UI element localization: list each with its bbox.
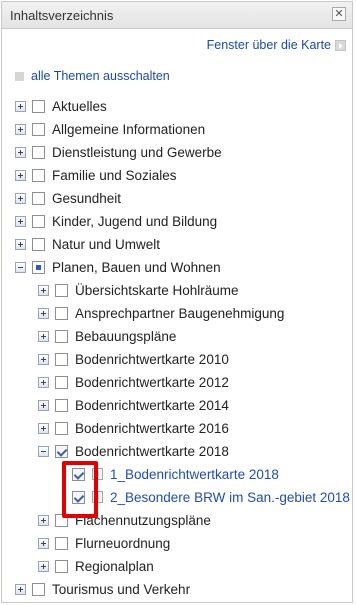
theme-checkbox[interactable] [55, 536, 68, 550]
tree-item-brw-2018[interactable]: Bodenrichtwertkarte 2018 [38, 441, 229, 461]
theme-checkbox[interactable] [55, 421, 68, 435]
tree-item-label: Allgemeine Informationen [52, 121, 206, 137]
arrow-right-icon[interactable] [335, 39, 346, 51]
tree-item-label: Ansprechpartner Baugenehmigung [75, 305, 285, 321]
panel-title: Inhaltsverzeichnis [10, 8, 114, 23]
tree-item-label: Übersichtskarte Hohlräume [75, 282, 239, 298]
tree-item-label: Familie und Soziales [52, 167, 177, 183]
theme-checkbox[interactable] [55, 329, 68, 343]
tree-item-label: Planen, Bauen und Wohnen [52, 259, 221, 275]
tree-item-label: Bodenrichtwertkarte 2012 [75, 374, 229, 390]
theme-checkbox[interactable] [32, 582, 45, 596]
tree-item-aktuelles[interactable]: Aktuelles [15, 96, 107, 116]
theme-checkbox[interactable] [32, 168, 45, 182]
expand-icon[interactable] [15, 192, 26, 204]
tree-item-brw-2010[interactable]: Bodenrichtwertkarte 2010 [38, 349, 229, 369]
tree-item-label: Bebauungspläne [75, 328, 177, 344]
tree-item-flurneuordnung[interactable]: Flurneuordnung [38, 533, 170, 553]
expand-icon[interactable] [15, 583, 26, 595]
expand-icon[interactable] [15, 169, 26, 181]
red-highlight-box [62, 461, 98, 518]
tree-item-label: Gesundheit [52, 190, 122, 206]
tree-item-label: Kinder, Jugend und Bildung [52, 213, 218, 229]
theme-checkbox[interactable] [32, 122, 45, 136]
tree-item-label: Regionalplan [75, 558, 154, 574]
layer-label[interactable]: 1_Bodenrichtwertkarte 2018 [110, 467, 279, 482]
tree-item-brw-2012[interactable]: Bodenrichtwertkarte 2012 [38, 372, 229, 392]
expand-icon[interactable] [15, 100, 26, 112]
expand-icon[interactable] [38, 399, 49, 411]
square-icon [15, 71, 24, 81]
tree-item-label: Flurneuordnung [75, 535, 171, 551]
theme-checkbox[interactable] [32, 145, 45, 159]
layer-item-brw-2018[interactable]: i 1_Bodenrichtwertkarte 2018 [72, 464, 279, 484]
expand-icon[interactable] [38, 514, 49, 526]
tree-item-label: Bodenrichtwertkarte 2016 [75, 420, 229, 436]
theme-checkbox[interactable] [55, 559, 68, 573]
tree-item-label: Bodenrichtwertkarte 2014 [75, 397, 229, 413]
tree-item-label: Bodenrichtwertkarte 2010 [75, 351, 229, 367]
theme-checkbox[interactable] [32, 214, 45, 228]
expand-icon[interactable] [38, 284, 49, 296]
expand-icon[interactable] [38, 353, 49, 365]
expand-icon[interactable] [38, 307, 49, 319]
tree-item-tourismus[interactable]: Tourismus und Verkehr [15, 579, 190, 599]
tree-item-label: Tourismus und Verkehr [52, 581, 191, 597]
tree-item-familie[interactable]: Familie und Soziales [15, 165, 177, 185]
expand-icon[interactable] [38, 376, 49, 388]
window-position-toggle[interactable]: Fenster über die Karte [207, 38, 346, 52]
expand-icon[interactable] [15, 238, 26, 250]
expand-icon[interactable] [38, 330, 49, 342]
tree-item-uebersichtskarte[interactable]: Übersichtskarte Hohlräume [38, 280, 239, 300]
tree-item-allgemeine-informationen[interactable]: Allgemeine Informationen [15, 119, 205, 139]
tree-item-ansprechpartner[interactable]: Ansprechpartner Baugenehmigung [38, 303, 284, 323]
tree-item-label: Aktuelles [52, 98, 107, 114]
tree-item-gesundheit[interactable]: Gesundheit [15, 188, 121, 208]
collapse-icon[interactable] [15, 261, 26, 273]
tree-item-regionalplan[interactable]: Regionalplan [38, 556, 154, 576]
layer-item-besondere-brw[interactable]: i 2_Besondere BRW im San.-gebiet 2018 [72, 487, 350, 507]
expand-icon[interactable] [15, 123, 26, 135]
theme-checkbox[interactable] [32, 99, 45, 113]
layer-label[interactable]: 2_Besondere BRW im San.-gebiet 2018 [110, 490, 350, 505]
tree-item-planen[interactable]: Planen, Bauen und Wohnen [15, 257, 221, 277]
collapse-icon[interactable] [38, 445, 49, 457]
tree-item-dienstleistung[interactable]: Dienstleistung und Gewerbe [15, 142, 222, 162]
tree-item-kinder[interactable]: Kinder, Jugend und Bildung [15, 211, 217, 231]
toggle-all-label[interactable]: alle Themen ausschalten [31, 69, 170, 83]
tree-item-label: Bodenrichtwertkarte 2018 [75, 443, 229, 459]
theme-checkbox-checked[interactable] [55, 444, 68, 458]
tree-item-bebauungsplaene[interactable]: Bebauungspläne [38, 326, 176, 346]
theme-checkbox-partial[interactable] [32, 260, 45, 274]
theme-checkbox[interactable] [55, 306, 68, 320]
expand-icon[interactable] [15, 215, 26, 227]
theme-checkbox[interactable] [55, 375, 68, 389]
tree-item-natur[interactable]: Natur und Umwelt [15, 234, 160, 254]
expand-icon[interactable] [38, 560, 49, 572]
theme-checkbox[interactable] [55, 398, 68, 412]
tree-item-label: Natur und Umwelt [52, 236, 161, 252]
theme-checkbox[interactable] [32, 237, 45, 251]
theme-checkbox[interactable] [55, 283, 68, 297]
expand-icon[interactable] [38, 422, 49, 434]
table-of-contents-panel: Inhaltsverzeichnis ✕ Fenster über die Ka… [1, 1, 353, 603]
theme-checkbox[interactable] [55, 352, 68, 366]
close-icon[interactable]: ✕ [332, 7, 346, 21]
expand-icon[interactable] [38, 537, 49, 549]
tree-item-brw-2016[interactable]: Bodenrichtwertkarte 2016 [38, 418, 229, 438]
tree-item-label: Dienstleistung und Gewerbe [52, 144, 222, 160]
tree-item-brw-2014[interactable]: Bodenrichtwertkarte 2014 [38, 395, 229, 415]
theme-checkbox[interactable] [32, 191, 45, 205]
window-position-link[interactable]: Fenster über die Karte [207, 38, 331, 52]
panel-titlebar: Inhaltsverzeichnis ✕ [2, 2, 352, 29]
expand-icon[interactable] [15, 146, 26, 158]
toggle-all-themes[interactable]: alle Themen ausschalten [15, 69, 170, 83]
